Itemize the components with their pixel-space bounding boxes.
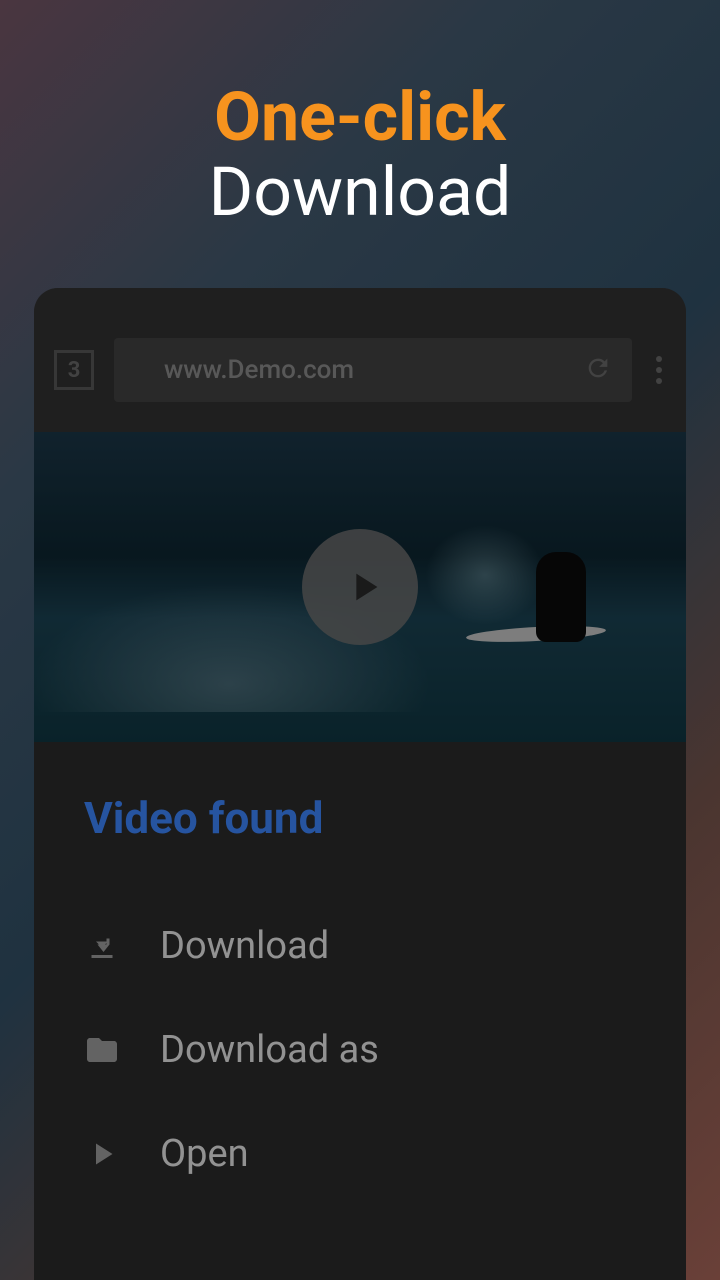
url-bar[interactable]: www.Demo.com xyxy=(114,338,632,402)
play-button[interactable] xyxy=(302,529,418,645)
title-highlight: One-click xyxy=(40,80,680,155)
tab-count-value: 3 xyxy=(68,358,81,383)
open-action[interactable]: Open xyxy=(84,1102,636,1206)
promo-header: One-click Download xyxy=(0,0,720,270)
browser-toolbar: 3 www.Demo.com xyxy=(34,288,686,432)
action-sheet: Video found Download Download as Open xyxy=(34,742,686,1280)
title-subtitle: Download xyxy=(40,155,680,230)
menu-dots-icon[interactable] xyxy=(652,352,666,388)
tab-count-button[interactable]: 3 xyxy=(54,350,94,390)
play-triangle-icon xyxy=(84,1136,120,1172)
folder-icon xyxy=(84,1032,120,1068)
video-preview[interactable] xyxy=(34,432,686,742)
download-icon xyxy=(84,928,120,964)
device-mockup: 3 www.Demo.com Video found Download xyxy=(34,288,686,1280)
download-as-label: Download as xyxy=(160,1028,379,1072)
background-splash xyxy=(425,525,545,625)
url-text: www.Demo.com xyxy=(164,355,354,385)
play-icon xyxy=(341,564,387,610)
reload-icon[interactable] xyxy=(584,354,612,386)
download-action[interactable]: Download xyxy=(84,894,636,998)
open-label: Open xyxy=(160,1132,249,1176)
sheet-title: Video found xyxy=(84,792,636,844)
download-as-action[interactable]: Download as xyxy=(84,998,636,1102)
download-label: Download xyxy=(160,924,329,968)
background-surfer xyxy=(536,552,586,642)
